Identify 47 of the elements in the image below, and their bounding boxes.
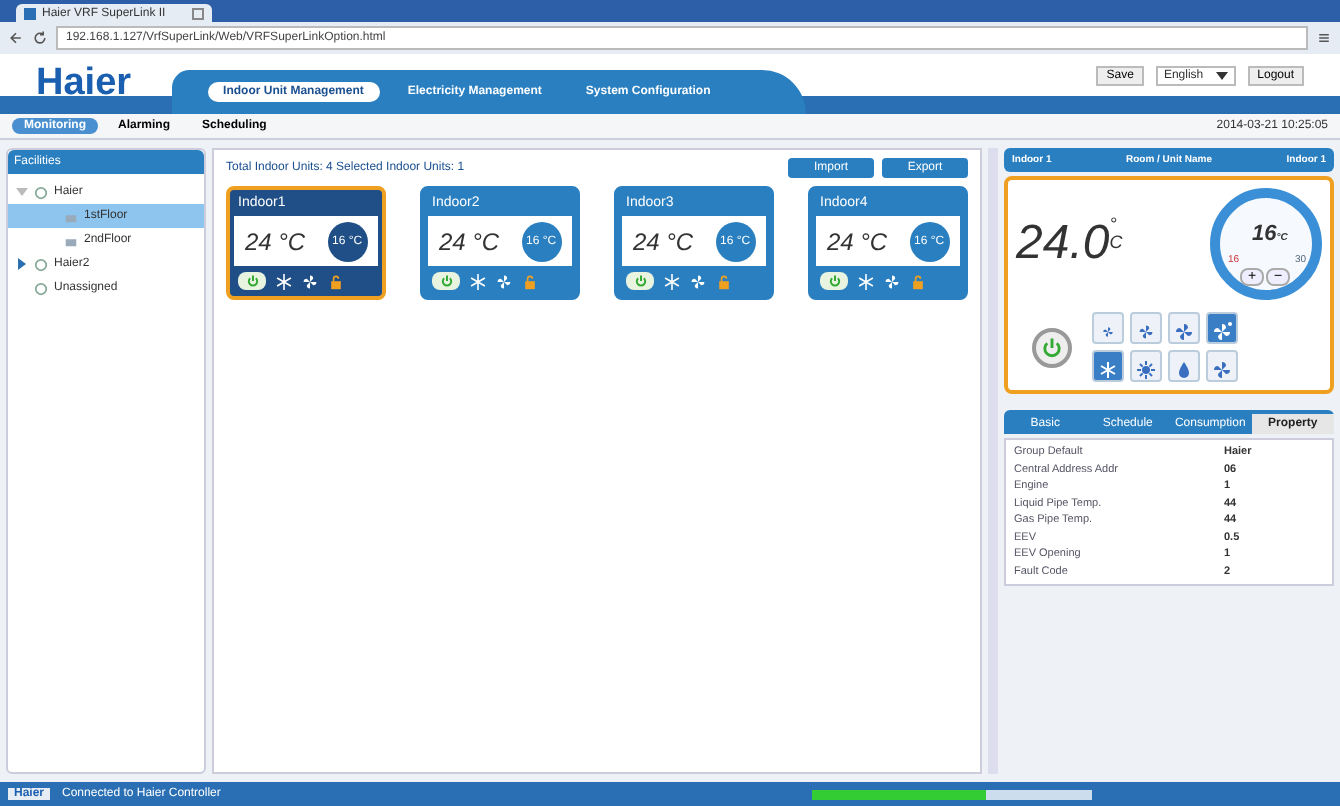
menu-icon[interactable] [1316, 30, 1332, 46]
favicon-icon [24, 7, 36, 19]
fan-speed-button[interactable] [1092, 312, 1124, 344]
room-temperature: 24 °C [438, 227, 500, 255]
fan-icon [1212, 360, 1232, 380]
fan-icon [1098, 322, 1118, 342]
mode-button[interactable] [1206, 350, 1238, 382]
power-icon[interactable] [432, 272, 460, 290]
fan-speed-button[interactable] [1206, 312, 1238, 344]
close-icon[interactable] [192, 7, 204, 19]
reload-icon[interactable] [32, 30, 48, 46]
lock-icon [328, 273, 344, 289]
fan-speed-button[interactable] [1130, 312, 1162, 344]
fan-speed-button[interactable] [1168, 312, 1200, 344]
heat-icon [1136, 360, 1156, 380]
lock-icon [910, 273, 926, 289]
lock-icon [522, 273, 538, 289]
snowflake-icon [470, 273, 486, 289]
back-icon[interactable] [8, 30, 24, 46]
mode-button[interactable] [1092, 350, 1124, 382]
fan-icon [302, 273, 318, 289]
building-icon [34, 185, 48, 199]
dry-icon [1174, 360, 1194, 380]
power-icon [1040, 335, 1064, 359]
fan-icon [496, 273, 512, 289]
fan-icon [690, 273, 706, 289]
fan-icon [1174, 322, 1194, 342]
power-button[interactable] [1032, 327, 1072, 367]
mode-button[interactable] [1168, 350, 1200, 382]
snowflake-icon [276, 273, 292, 289]
power-icon[interactable] [626, 272, 654, 290]
logo: Haier [36, 62, 132, 106]
snowflake-icon [664, 273, 680, 289]
expand-icon[interactable] [16, 258, 28, 270]
power-icon[interactable] [238, 272, 266, 290]
room-temperature: 24 °C [244, 227, 306, 255]
mode-button[interactable] [1130, 350, 1162, 382]
dropdown-icon [1215, 72, 1228, 80]
power-icon[interactable] [820, 272, 848, 290]
cool-icon [1098, 360, 1118, 380]
fan-icon [1212, 322, 1232, 342]
fan-icon [1136, 322, 1156, 342]
snowflake-icon [858, 273, 874, 289]
room-temperature: 24 °C [826, 227, 888, 255]
fan-icon [884, 273, 900, 289]
lock-icon [716, 273, 732, 289]
room-temperature: 24 °C [632, 227, 694, 255]
